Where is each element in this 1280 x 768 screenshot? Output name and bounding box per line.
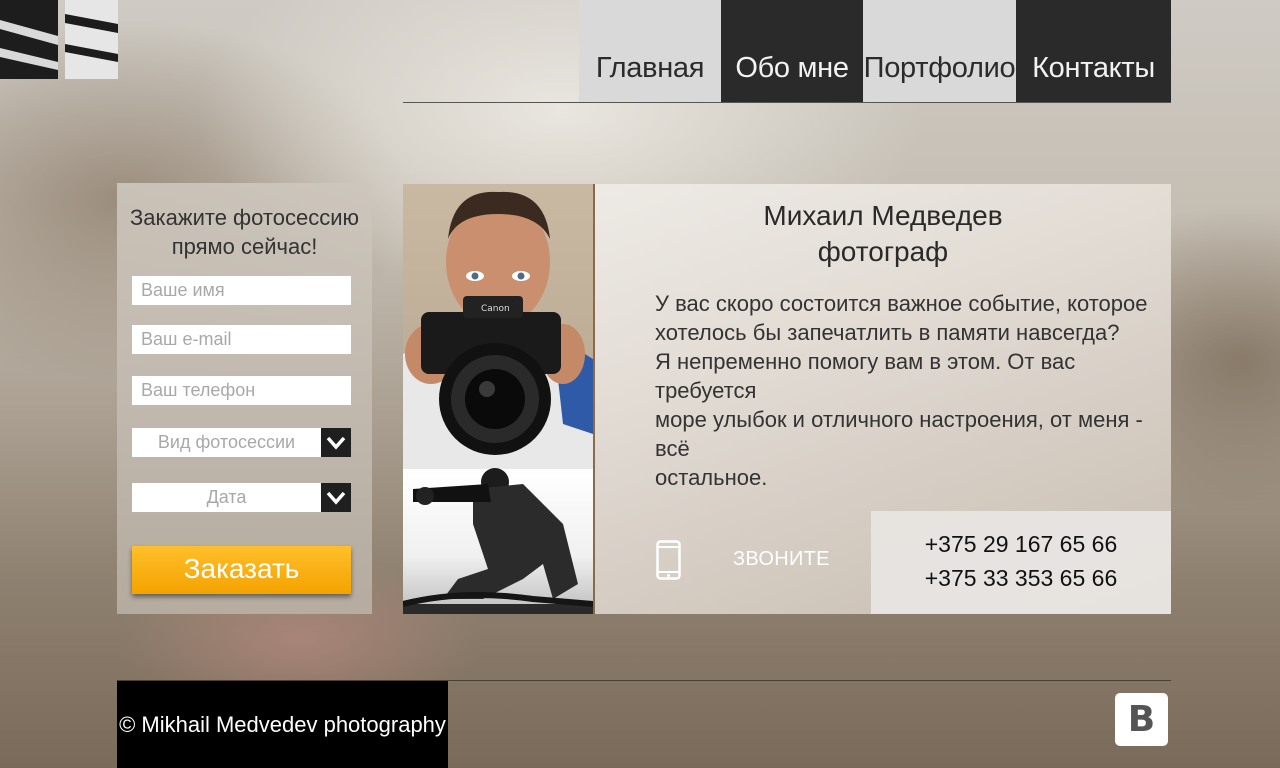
nav-item-label: Обо мне	[735, 52, 849, 84]
about-text: У вас скоро состоится важное событие, ко…	[655, 289, 1155, 492]
about-card: Canon Михаил Медведев фотограф У вас ско…	[403, 184, 1171, 614]
nav-item-label: Контакты	[1032, 52, 1155, 84]
photographer-photo: Canon	[403, 184, 595, 614]
order-title-line: прямо сейчас!	[171, 234, 318, 259]
about-line: остальное.	[655, 465, 768, 490]
mobile-phone-icon	[656, 540, 681, 585]
about-line: У вас скоро состоится важное событие, ко…	[655, 291, 1148, 316]
author-role: фотограф	[817, 236, 949, 267]
site-logo[interactable]	[0, 0, 118, 79]
nav-item-about[interactable]: Обо мне	[721, 0, 863, 103]
about-line: хотелось бы запечатлить в памяти навсегд…	[655, 320, 1120, 345]
phone-numbers: +375 29 167 65 66 +375 33 353 65 66	[871, 511, 1171, 614]
about-line: Я непременно помогу вам в этом. От вас т…	[655, 349, 1076, 403]
session-type-placeholder: Вид фотосессии	[157, 432, 296, 452]
author-heading: Михаил Медведев фотограф	[595, 198, 1171, 270]
nav-item-contacts[interactable]: Контакты	[1016, 0, 1171, 103]
phone-field[interactable]: Ваш телефон	[132, 376, 351, 405]
nav-item-label: Портфолио	[863, 52, 1016, 84]
order-form-title: Закажите фотосессию прямо сейчас!	[117, 203, 372, 261]
phone-number-2[interactable]: +375 33 353 65 66	[871, 565, 1171, 592]
date-select[interactable]: Дата	[132, 483, 351, 512]
nav-item-label: Главная	[595, 52, 705, 84]
date-placeholder: Дата	[206, 487, 247, 507]
footer-copyright: © Mikhail Medvedev photography	[117, 681, 448, 768]
vk-icon: B	[1127, 699, 1156, 740]
phone-placeholder: Ваш телефон	[141, 380, 256, 400]
nav-item-home[interactable]: Главная	[579, 0, 721, 103]
email-field[interactable]: Ваш e-mail	[132, 325, 351, 354]
order-form: Закажите фотосессию прямо сейчас! Ваше и…	[117, 183, 372, 614]
nav-divider	[403, 102, 1171, 103]
phone-number-1[interactable]: +375 29 167 65 66	[871, 531, 1171, 558]
email-placeholder: Ваш e-mail	[141, 329, 232, 349]
about-line: море улыбок и отличного настроения, от м…	[655, 407, 1143, 461]
vk-social-button[interactable]: B	[1115, 693, 1168, 746]
call-label: ЗВОНИТЕ	[733, 548, 830, 570]
session-type-select[interactable]: Вид фотосессии	[132, 428, 351, 457]
author-name: Михаил Медведев	[763, 200, 1003, 231]
chevron-down-icon[interactable]	[321, 428, 351, 457]
name-placeholder: Ваше имя	[141, 280, 225, 300]
main-nav: Главная Обо мне Портфолио Контакты	[579, 0, 1171, 103]
name-field[interactable]: Ваше имя	[132, 276, 351, 305]
svg-text:Canon: Canon	[481, 304, 510, 314]
order-button[interactable]: Заказать	[132, 546, 351, 594]
chevron-down-icon[interactable]	[321, 483, 351, 512]
nav-item-portfolio[interactable]: Портфолио	[863, 0, 1016, 103]
order-title-line: Закажите фотосессию	[130, 205, 359, 230]
